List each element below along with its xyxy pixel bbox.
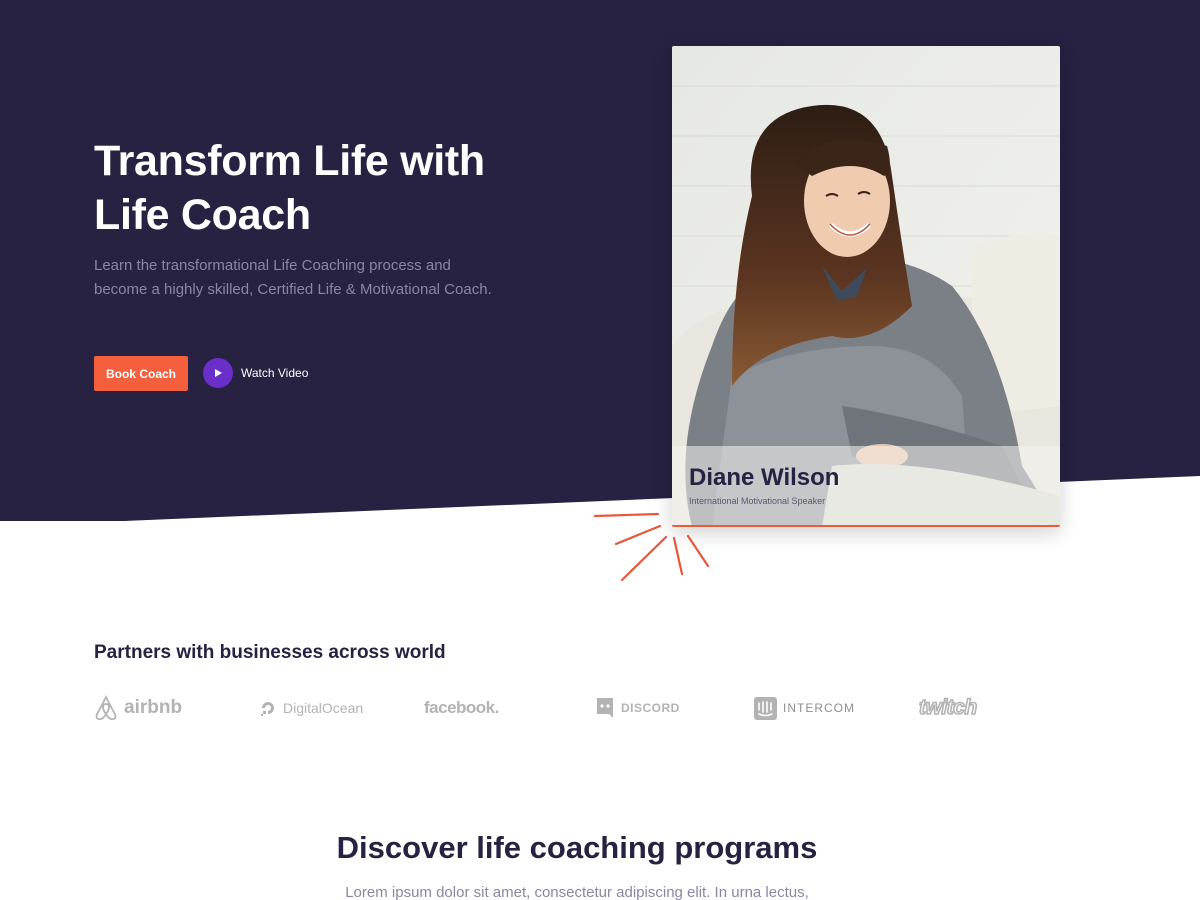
coach-photo <box>672 46 1060 525</box>
facebook-logo: facebook. <box>424 698 499 717</box>
intercom-icon <box>754 696 777 720</box>
digitalocean-icon <box>261 702 274 716</box>
discover-subtitle: Lorem ipsum dolor sit amet, consectetur … <box>345 884 809 900</box>
airbnb-logo: airbnb <box>94 694 182 722</box>
play-icon <box>203 358 233 388</box>
watch-video-label: Watch Video <box>241 366 309 380</box>
coach-card <box>672 46 1060 527</box>
landing-page: Transform Life with Life Coach Learn the… <box>0 0 1200 900</box>
partners-title: Partners with businesses across world <box>94 642 446 663</box>
hero-subtitle: Learn the transformational Life Coaching… <box>94 257 492 298</box>
discord-icon <box>597 698 613 718</box>
coach-role: International Motivational Speaker <box>689 496 826 506</box>
hero-title: Transform Life with Life Coach <box>94 137 485 239</box>
twitch-logo: twitch <box>918 695 978 720</box>
book-coach-button[interactable]: Book Coach <box>94 356 188 391</box>
spark-decoration <box>593 512 710 582</box>
coach-name: Diane Wilson <box>689 464 840 491</box>
intercom-logo: INTERCOM <box>754 694 855 722</box>
watch-video-button[interactable]: Watch Video <box>203 358 308 388</box>
airbnb-icon <box>95 695 117 721</box>
discord-logo: DISCORD <box>595 694 680 722</box>
digitalocean-logo: DigitalOcean <box>259 694 363 722</box>
discover-title: Discover life coaching programs <box>336 830 818 865</box>
